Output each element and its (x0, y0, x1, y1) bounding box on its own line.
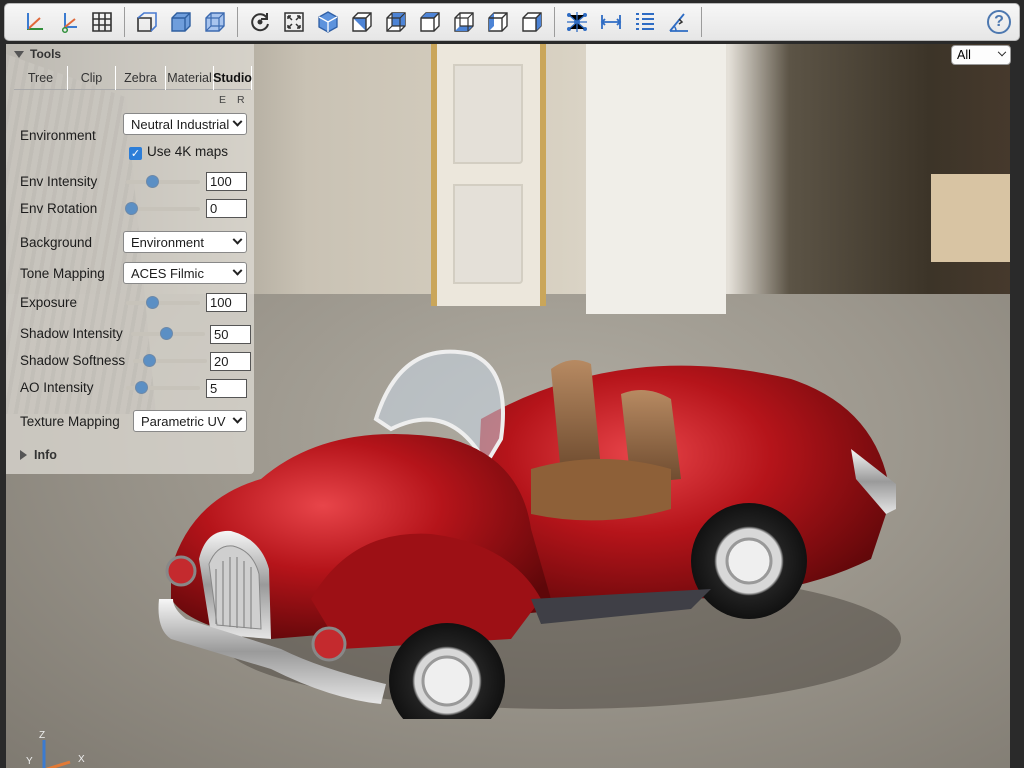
background-label: Background (20, 235, 93, 250)
ortho-toggle-icon[interactable] (130, 5, 164, 39)
measure-distance-icon[interactable] (594, 5, 628, 39)
info-label: Info (34, 448, 57, 462)
ao-intensity-label: AO Intensity (20, 380, 94, 395)
exposure-input[interactable]: 100 (206, 293, 247, 312)
front-view-icon[interactable] (345, 5, 379, 39)
tab-zebra[interactable]: Zebra (116, 66, 166, 90)
shadow-intensity-label: Shadow Intensity (20, 326, 123, 341)
axes-origin-icon[interactable] (51, 5, 85, 39)
car-model[interactable] (151, 299, 911, 719)
axis-y-label: Y (26, 756, 33, 767)
toolbar-separator (124, 7, 125, 37)
measure-angle-icon[interactable] (662, 5, 696, 39)
rear-view-icon[interactable] (379, 5, 413, 39)
env-rotation-slider-handle[interactable] (125, 202, 138, 215)
env-intensity-slider[interactable] (126, 175, 200, 188)
chevron-down-icon (232, 116, 243, 127)
texture-mapping-value: Parametric UV (141, 413, 226, 429)
bottom-view-icon[interactable] (447, 5, 481, 39)
env-rotation-label: Env Rotation (20, 201, 98, 216)
axis-z-label: Z (39, 730, 46, 741)
collapse-chevron-icon (14, 50, 24, 58)
axis-gizmo: Z X Y (26, 730, 90, 768)
env-intensity-slider-handle[interactable] (146, 175, 159, 188)
ao-intensity-input[interactable]: 5 (206, 379, 247, 398)
shadow-softness-slider-handle[interactable] (143, 354, 156, 367)
tab-clip[interactable]: Clip (68, 66, 116, 90)
properties-icon[interactable] (628, 5, 662, 39)
exposure-label: Exposure (20, 295, 78, 310)
tool-tabs: Tree Clip Zebra Material Studio (14, 66, 252, 90)
e-label[interactable]: E (219, 94, 226, 106)
toolbar-separator (554, 7, 555, 37)
grid-icon[interactable] (85, 5, 119, 39)
environment-label: Environment (20, 127, 96, 143)
environment-value: Neutral Industrial (131, 116, 230, 132)
info-section-header[interactable]: Info (20, 448, 57, 462)
tools-panel-header[interactable]: Tools (14, 46, 61, 62)
env-rotation-input[interactable]: 0 (206, 199, 247, 218)
ao-intensity-slider-handle[interactable] (135, 381, 148, 394)
left-view-icon[interactable] (481, 5, 515, 39)
tone-mapping-select[interactable]: ACES Filmic (123, 262, 247, 284)
help-icon[interactable]: ? (987, 10, 1011, 34)
tab-tree[interactable]: Tree (14, 66, 68, 90)
toolbar-separator (701, 7, 702, 37)
expand-chevron-icon (20, 450, 27, 460)
tab-material[interactable]: Material (166, 66, 214, 90)
toolbar-separator (237, 7, 238, 37)
scene-door (431, 44, 546, 306)
shadow-softness-input[interactable]: 20 (210, 352, 251, 371)
texture-mapping-select[interactable]: Parametric UV (133, 410, 247, 432)
chevron-down-icon (997, 47, 1007, 57)
r-label[interactable]: R (237, 94, 245, 106)
top-view-icon[interactable] (413, 5, 447, 39)
texture-mapping-label: Texture Mapping (20, 414, 120, 429)
visibility-filter-select[interactable]: All (951, 45, 1011, 65)
scene-boxes (931, 174, 1010, 262)
tools-panel: Tools Tree Clip Zebra Material Studio E … (6, 44, 254, 474)
shadow-softness-slider[interactable] (133, 354, 207, 367)
shadow-softness-label: Shadow Softness (20, 353, 126, 368)
chevron-down-icon (232, 234, 243, 245)
shadow-intensity-input[interactable]: 50 (210, 325, 251, 344)
tab-studio[interactable]: Studio (213, 66, 252, 90)
shadow-intensity-slider-handle[interactable] (160, 327, 173, 340)
exposure-slider-handle[interactable] (146, 296, 159, 309)
tone-mapping-label: Tone Mapping (20, 266, 105, 281)
background-value: Environment (131, 234, 204, 250)
tools-panel-title: Tools (30, 47, 62, 61)
ao-intensity-slider[interactable] (126, 381, 200, 394)
scene-wall (586, 44, 726, 314)
chevron-down-icon (232, 413, 243, 424)
iso-view-icon[interactable] (311, 5, 345, 39)
toolbar: ? (4, 3, 1020, 41)
environment-select[interactable]: Neutral Industrial (123, 113, 247, 135)
reset-view-icon[interactable] (243, 5, 277, 39)
visibility-filter-value: All (957, 48, 971, 62)
background-select[interactable]: Environment (123, 231, 247, 253)
cube-solid-icon[interactable] (164, 5, 198, 39)
env-intensity-label: Env Intensity (20, 174, 98, 189)
cube-wire-icon[interactable] (198, 5, 232, 39)
use-4k-checkbox[interactable]: ✓ (129, 147, 142, 160)
env-intensity-input[interactable]: 100 (206, 172, 247, 191)
tone-mapping-value: ACES Filmic (131, 265, 204, 281)
shadow-intensity-slider[interactable] (131, 327, 205, 340)
explode-icon[interactable] (560, 5, 594, 39)
axis-x-label: X (78, 754, 85, 765)
exposure-slider[interactable] (126, 296, 200, 309)
axes-icon[interactable] (17, 5, 51, 39)
right-view-icon[interactable] (515, 5, 549, 39)
use-4k-label: Use 4K maps (147, 144, 229, 159)
fit-view-icon[interactable] (277, 5, 311, 39)
chevron-down-icon (232, 265, 243, 276)
env-rotation-slider[interactable] (125, 202, 200, 215)
